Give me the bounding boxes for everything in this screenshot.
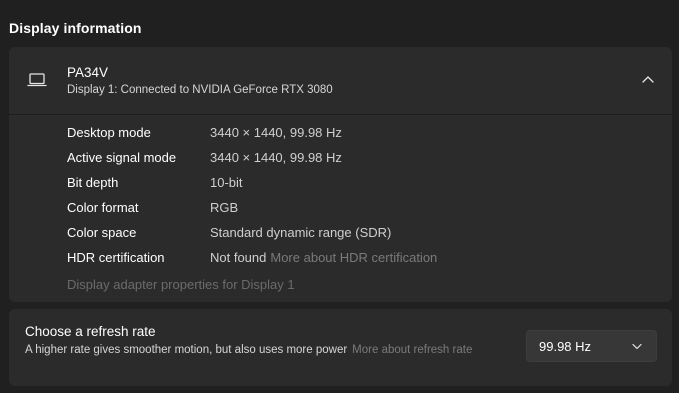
- section-title: Display information: [9, 20, 142, 36]
- display-adapter-properties-link[interactable]: Display adapter properties for Display 1: [67, 277, 295, 292]
- display-settings-page: Display information PA34V Display 1: Con…: [0, 0, 679, 393]
- laptop-monitor-icon: [27, 73, 47, 87]
- info-row-desktop-mode: Desktop mode 3440 × 1440, 99.98 Hz: [67, 125, 667, 147]
- refresh-rate-description-text: A higher rate gives smoother motion, but…: [25, 344, 348, 356]
- info-value-hdr: Not found More about HDR certification: [210, 250, 437, 265]
- info-label: HDR certification: [67, 250, 165, 265]
- info-label: Bit depth: [67, 175, 119, 190]
- refresh-rate-more-link[interactable]: More about refresh rate: [352, 344, 472, 356]
- info-value: Standard dynamic range (SDR): [210, 225, 392, 240]
- refresh-rate-description: A higher rate gives smoother motion, but…: [25, 343, 505, 358]
- display-info-card: PA34V Display 1: Connected to NVIDIA GeF…: [9, 47, 672, 302]
- refresh-rate-selected-value: 99.98 Hz: [539, 339, 592, 354]
- info-row-color-format: Color format RGB: [67, 200, 667, 222]
- device-name: PA34V: [67, 65, 109, 80]
- info-row-active-signal-mode: Active signal mode 3440 × 1440, 99.98 Hz: [67, 150, 667, 172]
- hdr-more-link[interactable]: More about HDR certification: [270, 250, 437, 265]
- info-label: Active signal mode: [67, 150, 177, 165]
- info-label: Color space: [67, 225, 137, 240]
- refresh-rate-title: Choose a refresh rate: [25, 324, 156, 339]
- refresh-rate-card: Choose a refresh rate A higher rate give…: [9, 309, 672, 386]
- info-row-hdr-certification: HDR certification Not found More about HD…: [67, 250, 667, 272]
- display-card-header[interactable]: PA34V Display 1: Connected to NVIDIA GeF…: [9, 47, 672, 115]
- info-value: 10-bit: [210, 175, 243, 190]
- info-row-bit-depth: Bit depth 10-bit: [67, 175, 667, 197]
- info-value: 3440 × 1440, 99.98 Hz: [210, 125, 342, 140]
- chevron-up-icon[interactable]: [641, 74, 655, 84]
- device-connection-subtitle: Display 1: Connected to NVIDIA GeForce R…: [67, 84, 333, 96]
- info-label: Desktop mode: [67, 125, 151, 140]
- hdr-status-value: Not found: [210, 250, 267, 265]
- info-row-color-space: Color space Standard dynamic range (SDR): [67, 225, 667, 247]
- refresh-rate-dropdown[interactable]: 99.98 Hz: [526, 330, 657, 362]
- chevron-down-icon: [632, 343, 642, 350]
- info-label: Color format: [67, 200, 139, 215]
- info-value: 3440 × 1440, 99.98 Hz: [210, 150, 342, 165]
- info-value: RGB: [210, 200, 239, 215]
